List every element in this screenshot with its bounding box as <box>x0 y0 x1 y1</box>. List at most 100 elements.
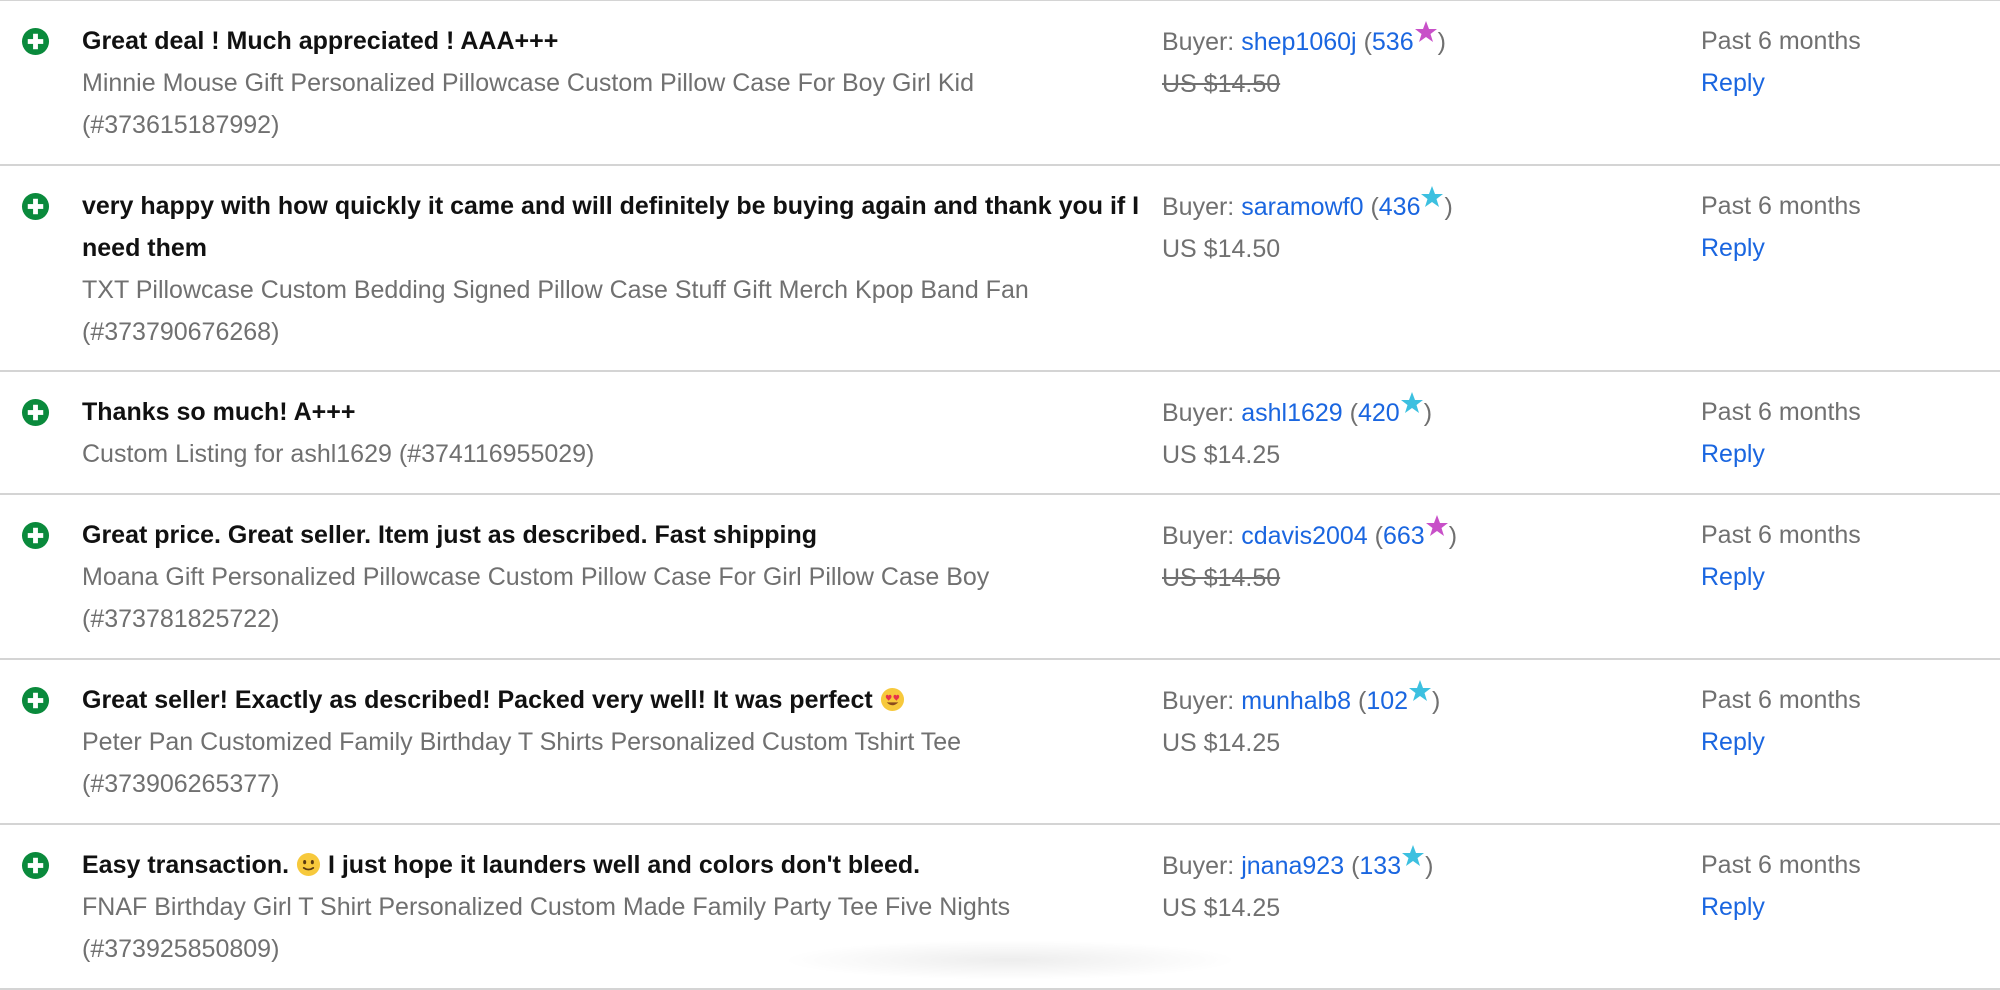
buyer-column: Buyer: saramowf0 (436) US $14.50 <box>1162 185 1642 270</box>
buyer-label: Buyer: <box>1162 28 1235 56</box>
feedback-score-link[interactable]: 420 <box>1358 399 1400 427</box>
feedback-comment: Great price. Great seller. Item just as … <box>82 521 817 549</box>
feedback-comment: Great deal ! Much appreciated ! AAA+++ <box>82 27 559 55</box>
score-open-paren: ( <box>1363 28 1372 56</box>
purple-star-icon <box>1425 515 1448 536</box>
comment-column: very happy with how quickly it came and … <box>82 185 1142 353</box>
buyer-column: Buyer: munhalb8 (102) US $14.25 <box>1162 679 1642 764</box>
score-close-paren: ) <box>1448 522 1458 550</box>
buyer-column: Buyer: jnana923 (133) US $14.25 <box>1162 844 1642 929</box>
feedback-time: Past 6 months <box>1701 686 1861 714</box>
feedback-comment: Great seller! Exactly as described! Pack… <box>82 679 1142 721</box>
turquoise-star-icon <box>1421 186 1444 207</box>
score-close-paren: ) <box>1423 399 1433 427</box>
time-column: Past 6 months Reply <box>1701 391 1981 475</box>
feedback-row: Great seller! Exactly as described! Pack… <box>0 660 2000 825</box>
buyer-label: Buyer: <box>1162 193 1235 221</box>
score-open-paren: ( <box>1370 193 1379 221</box>
item-price: US $14.50 <box>1162 235 1281 263</box>
buyer-link[interactable]: saramowf0 <box>1241 193 1363 221</box>
buyer-link[interactable]: jnana923 <box>1241 852 1344 880</box>
buyer-line: Buyer: munhalb8 (102) <box>1162 679 1642 722</box>
buyer-line: Buyer: jnana923 (133) <box>1162 844 1642 887</box>
feedback-row: Thanks so much! A+++ Custom Listing for … <box>0 372 2000 495</box>
reply-link[interactable]: Reply <box>1701 227 1981 269</box>
positive-feedback-icon <box>21 686 50 715</box>
positive-feedback-icon <box>21 851 50 880</box>
feedback-time: Past 6 months <box>1701 27 1861 55</box>
score-open-paren: ( <box>1374 522 1383 550</box>
positive-feedback-icon <box>21 27 50 56</box>
feedback-time: Past 6 months <box>1701 192 1861 220</box>
buyer-line: Buyer: ashl1629 (420) <box>1162 391 1642 434</box>
buyer-label: Buyer: <box>1162 522 1235 550</box>
feedback-row: Great price. Great seller. Item just as … <box>0 495 2000 660</box>
buyer-label: Buyer: <box>1162 852 1235 880</box>
feedback-score-link[interactable]: 102 <box>1366 687 1408 715</box>
feedback-comment-text-end: I just hope it launders well and colors … <box>327 851 921 879</box>
turquoise-star-icon <box>1402 845 1425 866</box>
item-price: US $14.25 <box>1162 894 1281 922</box>
reply-link[interactable]: Reply <box>1701 721 1981 763</box>
item-price: US $14.25 <box>1162 729 1281 757</box>
feedback-comment: Thanks so much! A+++ <box>82 398 356 426</box>
feedback-score-link[interactable]: 436 <box>1379 193 1421 221</box>
reply-link[interactable]: Reply <box>1701 433 1981 475</box>
time-column: Past 6 months Reply <box>1701 844 1981 928</box>
positive-feedback-icon <box>21 398 50 427</box>
purple-star-icon <box>1414 21 1437 42</box>
turquoise-star-icon <box>1409 680 1432 701</box>
item-title: Custom Listing for ashl1629 (#3741169550… <box>82 440 595 468</box>
score-close-paren: ) <box>1437 28 1446 56</box>
turquoise-star-icon <box>1400 392 1423 413</box>
reply-link[interactable]: Reply <box>1701 886 1981 928</box>
feedback-score-link[interactable]: 536 <box>1372 28 1414 56</box>
buyer-line: Buyer: shep1060j (536) <box>1162 20 1642 63</box>
buyer-line: Buyer: saramowf0 (436) <box>1162 185 1642 228</box>
buyer-link[interactable]: ashl1629 <box>1241 399 1342 427</box>
reply-link[interactable]: Reply <box>1701 556 1981 598</box>
feedback-time: Past 6 months <box>1701 851 1861 879</box>
positive-feedback-icon <box>21 521 50 550</box>
buyer-line: Buyer: cdavis2004 (663) <box>1162 514 1642 557</box>
comment-column: Great deal ! Much appreciated ! AAA+++ M… <box>82 20 1142 146</box>
feedback-row: Great deal ! Much appreciated ! AAA+++ M… <box>0 1 2000 166</box>
feedback-time: Past 6 months <box>1701 521 1861 549</box>
time-column: Past 6 months Reply <box>1701 185 1981 269</box>
feedback-score-link[interactable]: 133 <box>1359 852 1401 880</box>
buyer-label: Buyer: <box>1162 687 1235 715</box>
time-column: Past 6 months Reply <box>1701 20 1981 104</box>
buyer-link[interactable]: shep1060j <box>1241 28 1356 56</box>
feedback-time: Past 6 months <box>1701 398 1861 426</box>
bottom-shadow <box>780 940 1240 980</box>
feedback-comment-text-start: Easy transaction. <box>82 851 290 879</box>
buyer-label: Buyer: <box>1162 399 1235 427</box>
score-close-paren: ) <box>1425 852 1434 880</box>
item-title: Moana Gift Personalized Pillowcase Custo… <box>82 563 990 633</box>
score-close-paren: ) <box>1444 193 1453 221</box>
slight-smile-emoji-icon <box>296 852 321 877</box>
feedback-row: very happy with how quickly it came and … <box>0 166 2000 372</box>
time-column: Past 6 months Reply <box>1701 679 1981 763</box>
item-price: US $14.50 <box>1162 564 1281 592</box>
heart-eyes-emoji-icon <box>880 687 904 712</box>
score-open-paren: ( <box>1349 399 1358 427</box>
feedback-comment-text: Great seller! Exactly as described! Pack… <box>82 686 873 714</box>
feedback-comment: Easy transaction. I just hope it launder… <box>82 844 1142 886</box>
item-price: US $14.50 <box>1162 70 1281 98</box>
item-title: Peter Pan Customized Family Birthday T S… <box>82 728 962 798</box>
buyer-link[interactable]: cdavis2004 <box>1241 522 1367 550</box>
feedback-comment: very happy with how quickly it came and … <box>82 192 1147 262</box>
comment-column: Great price. Great seller. Item just as … <box>82 514 1142 640</box>
buyer-column: Buyer: shep1060j (536) US $14.50 <box>1162 20 1642 105</box>
item-price: US $14.25 <box>1162 441 1281 469</box>
buyer-column: Buyer: ashl1629 (420) US $14.25 <box>1162 391 1642 476</box>
item-title: TXT Pillowcase Custom Bedding Signed Pil… <box>82 276 1029 346</box>
feedback-list: Great deal ! Much appreciated ! AAA+++ M… <box>0 0 2000 990</box>
reply-link[interactable]: Reply <box>1701 62 1981 104</box>
positive-feedback-icon <box>21 192 50 221</box>
comment-column: Great seller! Exactly as described! Pack… <box>82 679 1142 805</box>
buyer-link[interactable]: munhalb8 <box>1241 687 1351 715</box>
feedback-score-link[interactable]: 663 <box>1383 522 1425 550</box>
score-close-paren: ) <box>1432 687 1441 715</box>
